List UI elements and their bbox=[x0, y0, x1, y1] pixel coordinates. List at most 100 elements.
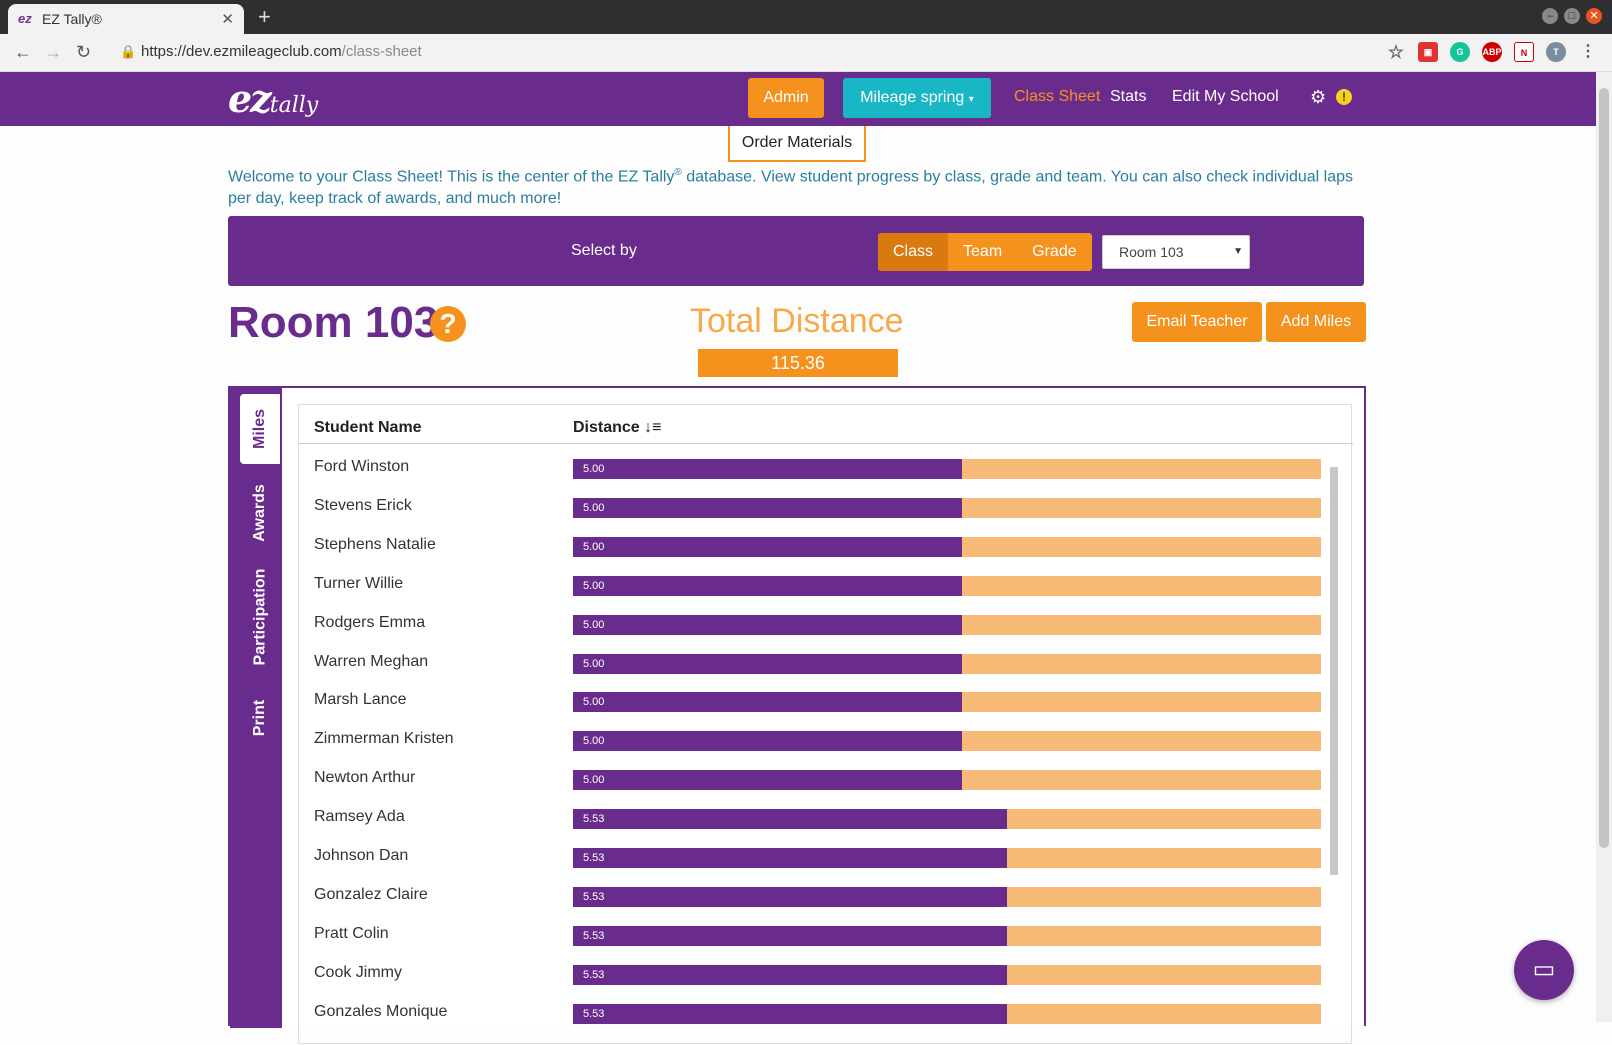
student-name[interactable]: Zimmerman Kristen bbox=[314, 727, 454, 751]
student-name[interactable]: Cook Jimmy bbox=[314, 961, 402, 985]
warning-icon[interactable]: ! bbox=[1336, 89, 1352, 105]
tab-close-icon[interactable]: ✕ bbox=[221, 10, 234, 28]
table-row[interactable]: Pratt Colin 5.53 bbox=[299, 922, 1329, 962]
select-by-toggle-group: Class Team Grade bbox=[878, 233, 1092, 271]
lock-icon: 🔒 bbox=[120, 44, 137, 59]
distance-bar-fill bbox=[573, 731, 962, 752]
distance-bar: 5.53 bbox=[573, 1003, 1321, 1024]
table-row[interactable]: Cook Jimmy 5.53 bbox=[299, 961, 1329, 1001]
url-path: /class-sheet bbox=[341, 43, 422, 60]
welcome-text: Welcome to your Class Sheet! This is the… bbox=[228, 162, 1368, 210]
url-field[interactable]: https://dev.ezmileageclub.com/class-shee… bbox=[141, 43, 422, 60]
total-distance-value: 115.36 bbox=[698, 349, 898, 377]
new-tab-icon[interactable]: + bbox=[258, 4, 271, 30]
mileage-dropdown-button[interactable]: Mileage spring ▾ bbox=[843, 78, 991, 118]
student-name[interactable]: Rodgers Emma bbox=[314, 611, 425, 635]
col-header-student-name[interactable]: Student Name bbox=[314, 419, 422, 437]
logo-tally: tally bbox=[269, 93, 319, 118]
grammarly-icon[interactable]: G bbox=[1450, 42, 1470, 62]
browser-tab[interactable]: ez EZ Tally® ✕ bbox=[8, 4, 244, 34]
help-question-icon[interactable]: ? bbox=[430, 306, 466, 342]
table-row[interactable]: Newton Arthur 5.00 bbox=[299, 766, 1329, 806]
select-grade-button[interactable]: Grade bbox=[1017, 233, 1091, 271]
reload-icon[interactable]: ↻ bbox=[76, 42, 91, 63]
window-controls: – □ ✕ bbox=[1542, 8, 1602, 24]
profile-avatar[interactable]: T bbox=[1546, 42, 1566, 62]
distance-bar-fill bbox=[573, 614, 962, 635]
distance-bar-fill bbox=[573, 886, 1007, 907]
distance-bar: 5.53 bbox=[573, 964, 1321, 985]
page-scroll-thumb[interactable] bbox=[1599, 88, 1609, 848]
distance-value: 5.53 bbox=[583, 1007, 605, 1020]
student-name[interactable]: Johnson Dan bbox=[314, 844, 408, 868]
table-row[interactable]: Stephens Natalie 5.00 bbox=[299, 533, 1329, 573]
table-row[interactable]: Rodgers Emma 5.00 bbox=[299, 611, 1329, 651]
distance-bar-fill bbox=[573, 1003, 1007, 1024]
distance-bar: 5.00 bbox=[573, 731, 1321, 752]
close-window-icon[interactable]: ✕ bbox=[1586, 8, 1602, 24]
star-bookmark-icon[interactable]: ☆ bbox=[1386, 42, 1406, 62]
minimize-icon[interactable]: – bbox=[1542, 8, 1558, 24]
back-arrow-icon[interactable]: ← bbox=[14, 42, 32, 63]
menu-kebab-icon[interactable]: ⋮ bbox=[1578, 42, 1598, 62]
student-name[interactable]: Stephens Natalie bbox=[314, 533, 436, 557]
student-name[interactable]: Warren Meghan bbox=[314, 650, 428, 674]
page-scrollbar[interactable] bbox=[1596, 72, 1612, 1022]
distance-value: 5.00 bbox=[583, 463, 605, 475]
table-row[interactable]: Johnson Dan 5.53 bbox=[299, 844, 1329, 884]
student-name[interactable]: Newton Arthur bbox=[314, 766, 415, 790]
table-row[interactable]: Gonzalez Claire 5.53 bbox=[299, 883, 1329, 923]
table-row[interactable]: Warren Meghan 5.00 bbox=[299, 650, 1329, 690]
email-teacher-button[interactable]: Email Teacher bbox=[1132, 302, 1262, 342]
table-scrollbar[interactable] bbox=[1329, 455, 1339, 1045]
gears-icon[interactable]: ⚙ bbox=[1310, 87, 1326, 108]
table-row[interactable]: Ford Winston 5.00 bbox=[299, 455, 1329, 495]
ez-tally-logo[interactable]: eztally bbox=[228, 76, 318, 121]
col-header-distance[interactable]: Distance ↓≡ bbox=[573, 419, 662, 437]
student-name[interactable]: Pratt Colin bbox=[314, 922, 389, 946]
nav-edit-my-school[interactable]: Edit My School bbox=[1172, 88, 1279, 106]
extension-n-icon[interactable]: N bbox=[1514, 42, 1534, 62]
student-name[interactable]: Ford Winston bbox=[314, 455, 409, 479]
nav-stats[interactable]: Stats bbox=[1110, 88, 1146, 106]
distance-value: 5.00 bbox=[583, 579, 605, 592]
adblock-icon[interactable]: ABP bbox=[1482, 42, 1502, 62]
student-name[interactable]: Marsh Lance bbox=[314, 688, 407, 712]
room-select-value: Room 103 bbox=[1119, 244, 1184, 260]
nav-class-sheet[interactable]: Class Sheet bbox=[1014, 88, 1100, 106]
student-name[interactable]: Gonzalez Claire bbox=[314, 883, 428, 907]
tab-miles[interactable]: Miles bbox=[240, 394, 280, 464]
table-row[interactable]: Stevens Erick 5.00 bbox=[299, 494, 1329, 534]
select-team-button[interactable]: Team bbox=[948, 233, 1017, 271]
distance-bar: 5.00 bbox=[573, 536, 1321, 557]
distance-table: Student Name Distance ↓≡ Ford Winston 5.0… bbox=[298, 404, 1353, 1045]
distance-value: 5.53 bbox=[583, 929, 605, 942]
table-row[interactable]: Turner Willie 5.00 bbox=[299, 572, 1329, 612]
table-row[interactable]: Ramsey Ada 5.53 bbox=[299, 805, 1329, 845]
student-name[interactable]: Ramsey Ada bbox=[314, 805, 405, 829]
distance-bar-fill bbox=[573, 809, 1007, 830]
table-scroll-thumb[interactable] bbox=[1330, 467, 1338, 875]
tab-participation[interactable]: Participation bbox=[240, 554, 280, 680]
select-class-button[interactable]: Class bbox=[878, 233, 949, 271]
student-name[interactable]: Stevens Erick bbox=[314, 494, 412, 518]
extension-mail-icon[interactable]: ▣ bbox=[1418, 42, 1438, 62]
forward-arrow-icon[interactable]: → bbox=[44, 42, 62, 63]
tab-awards[interactable]: Awards bbox=[240, 472, 280, 554]
table-row[interactable]: Zimmerman Kristen 5.00 bbox=[299, 727, 1329, 767]
student-name[interactable]: Turner Willie bbox=[314, 572, 403, 596]
add-miles-button[interactable]: Add Miles bbox=[1266, 302, 1366, 342]
sort-icon[interactable]: ↓≡ bbox=[644, 419, 661, 436]
table-row[interactable]: Marsh Lance 5.00 bbox=[299, 688, 1329, 728]
tab-participation-label: Participation bbox=[251, 568, 268, 666]
maximize-icon[interactable]: □ bbox=[1564, 8, 1580, 24]
chat-icon[interactable]: ▭ bbox=[1514, 940, 1574, 1000]
table-row[interactable]: Gonzales Monique 5.53 bbox=[299, 1000, 1329, 1040]
tab-awards-label: Awards bbox=[251, 484, 269, 542]
mileage-label: Mileage spring bbox=[860, 89, 965, 106]
tab-print[interactable]: Print bbox=[240, 688, 280, 748]
student-name[interactable]: Gonzales Monique bbox=[314, 1000, 447, 1024]
order-materials-button[interactable]: Order Materials bbox=[728, 126, 866, 162]
room-select[interactable]: Room 103 ▼ bbox=[1102, 235, 1250, 269]
admin-button[interactable]: Admin bbox=[748, 78, 824, 118]
